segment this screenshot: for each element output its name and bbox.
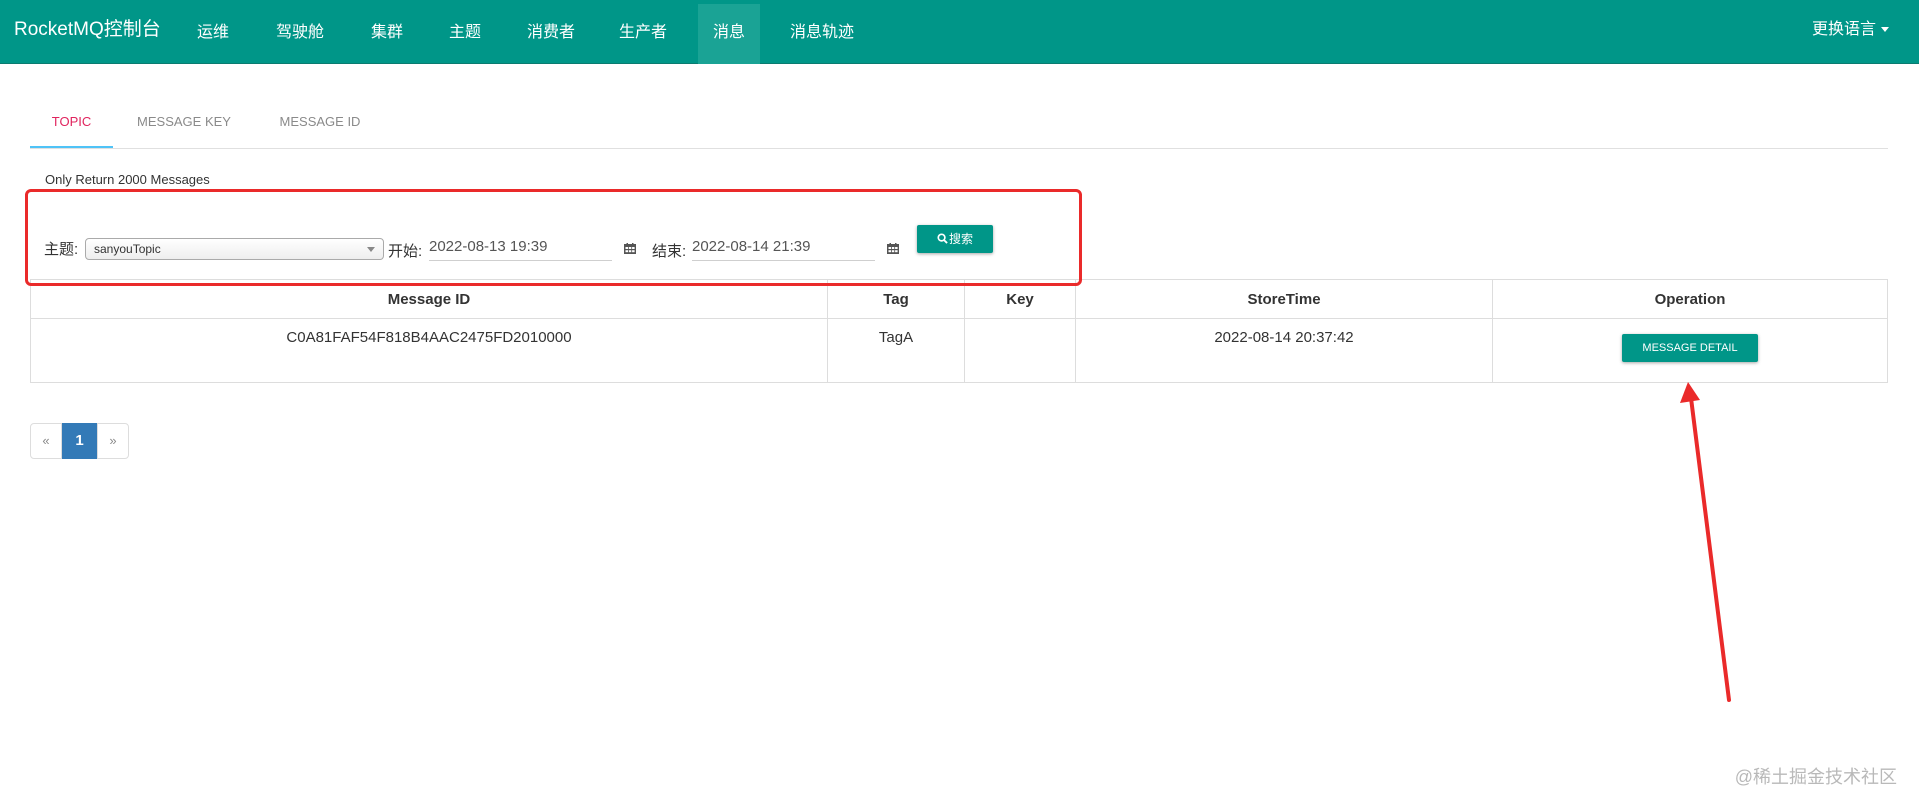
page: RocketMQ控制台 运维 驾驶舱 集群 主题 消费者 生产者 消息 消息轨迹… (0, 0, 1919, 807)
annotation-arrow (1680, 382, 1731, 702)
watermark-text: @稀土掘金技术社区 (1734, 767, 1897, 787)
